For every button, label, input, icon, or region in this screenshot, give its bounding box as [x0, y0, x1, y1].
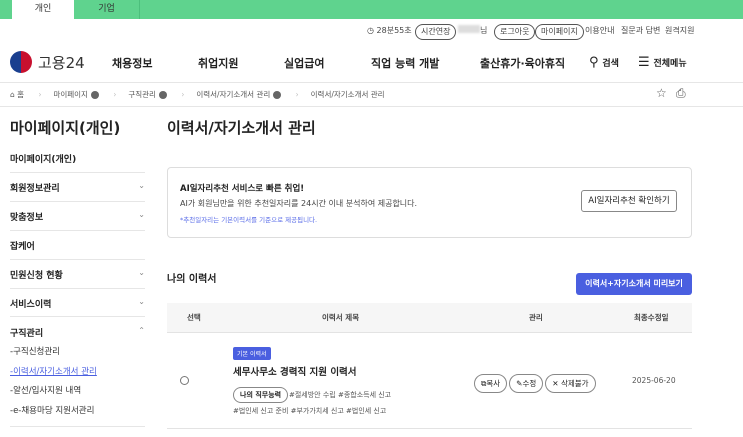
- logout-button[interactable]: 로그아웃: [494, 24, 536, 40]
- edit-button[interactable]: ✎수정: [509, 374, 544, 393]
- sidebar-sub-job-apply[interactable]: -구직신청관리: [10, 345, 60, 357]
- breadcrumb-home[interactable]: 홈: [17, 90, 24, 99]
- header-select: 선택: [187, 313, 201, 322]
- breadcrumb-current: 이력서/자기소개서 관리: [310, 90, 385, 99]
- sidebar-title: 마이페이지(개인): [10, 119, 121, 137]
- sidebar-item-civil[interactable]: 민원신청 현황 ⌄: [10, 268, 145, 281]
- gnb-employment-support[interactable]: 취업지원: [198, 55, 238, 71]
- home-icon: ⌂: [10, 90, 15, 99]
- last-modified-date: 2025-06-20: [632, 376, 676, 385]
- all-menu-label: 전체메뉴: [653, 59, 687, 69]
- dropdown-icon[interactable]: [158, 91, 167, 99]
- chevron-down-icon: ⌄: [138, 210, 145, 219]
- default-resume-badge: 기본 이력서: [233, 347, 271, 360]
- user-name-blurred: [458, 25, 480, 33]
- gnb-parental-leave[interactable]: 출산휴가·육아휴직: [480, 55, 565, 71]
- sidebar-item-job-management[interactable]: 구직관리 ⌃: [10, 326, 145, 339]
- table-row: 기본 이력서 세무사무소 경력직 지원 이력서 나의 직무능력 #절세방안 수립…: [167, 333, 692, 429]
- page-title: 이력서/자기소개서 관리: [167, 119, 316, 137]
- header-date: 최종수정일: [634, 313, 669, 322]
- breadcrumb: ⌂ 홈 › 마이페이지 › 구직관리 › 이력서/자기소개서 관리 › 이력서/자기소개…: [10, 90, 385, 99]
- ai-recommend-button[interactable]: AI일자리추천 확인하기: [581, 190, 677, 212]
- gnb-unemployment[interactable]: 실업급여: [284, 55, 324, 71]
- sidebar-item-custom[interactable]: 맞춤정보 ⌄: [10, 210, 145, 223]
- clock-icon: ◷: [367, 26, 374, 35]
- chevron-down-icon: ⌄: [138, 297, 145, 306]
- resume-title-link[interactable]: 세무사무소 경력직 지원 이력서: [233, 364, 357, 378]
- skill-tags: #법인세 신고 준비 #부가가치세 신고 #법인세 신고: [233, 407, 387, 415]
- select-radio[interactable]: [180, 376, 189, 385]
- sidebar-label: 회원정보관리: [10, 184, 60, 194]
- search-label: 검색: [602, 59, 619, 69]
- mypage-button[interactable]: 마이페이지: [535, 24, 584, 40]
- search-icon: ⚲: [589, 55, 599, 70]
- timer-text: 28분55초: [376, 26, 412, 35]
- dropdown-icon[interactable]: [273, 91, 282, 99]
- edit-label: 수정: [522, 379, 537, 388]
- header-title: 이력서 제목: [322, 313, 360, 322]
- tab-personal[interactable]: 개인: [12, 0, 74, 19]
- search-button[interactable]: ⚲ 검색: [589, 55, 619, 70]
- extend-button[interactable]: 시간연장: [415, 24, 457, 40]
- logo-emblem-icon: [10, 51, 32, 73]
- gnb-jobs[interactable]: 채용정보: [112, 55, 152, 71]
- session-timer: ◷ 28분55초: [367, 24, 412, 38]
- hamburger-icon: ☰: [638, 55, 650, 70]
- chevron-down-icon: ⌄: [138, 181, 145, 190]
- resume-section-title: 나의 이력서: [167, 274, 217, 285]
- header-manage: 관리: [529, 313, 543, 322]
- sidebar-item-mypage[interactable]: 마이페이지(개인): [10, 152, 145, 165]
- ai-box-desc: AI가 회원님만을 위한 추천일자리를 24시간 이내 분석하여 제공합니다.: [180, 199, 418, 208]
- remote-support-link[interactable]: 원격지원: [665, 24, 694, 38]
- close-icon: ✕: [552, 379, 559, 388]
- logo-text[interactable]: 고용24: [38, 52, 85, 73]
- delete-disabled-button[interactable]: ✕ 삭제불가: [545, 374, 596, 393]
- tab-business[interactable]: 기업: [74, 0, 140, 19]
- delete-label: 삭제불가: [560, 379, 589, 388]
- guide-link[interactable]: 이용안내: [585, 24, 614, 38]
- breadcrumb-job-management[interactable]: 구직관리: [128, 90, 156, 99]
- skill-tags: #절세방안 수립 #종합소득세 신고: [289, 391, 392, 399]
- favorite-star-icon[interactable]: ☆: [656, 86, 667, 100]
- sidebar-sub-resume[interactable]: -이력서/자기소개서 관리: [10, 365, 97, 377]
- sidebar-sub-referral[interactable]: -알선/입사지원 내역: [10, 384, 81, 396]
- copy-button[interactable]: ⧉복사: [474, 374, 508, 393]
- gnb-training[interactable]: 직업 능력 개발: [371, 55, 439, 71]
- breadcrumb-mypage[interactable]: 마이페이지: [53, 90, 88, 99]
- chevron-up-icon: ⌃: [138, 326, 145, 335]
- ai-box-title: AI일자리추천 서비스로 빠른 취업!: [180, 184, 305, 194]
- sidebar-item-member[interactable]: 회원정보관리 ⌄: [10, 181, 145, 194]
- qna-link[interactable]: 질문과 답변: [621, 24, 660, 38]
- table-header: 선택 이력서 제목 관리 최종수정일: [167, 303, 692, 333]
- copy-label: 복사: [486, 379, 501, 388]
- all-menu-button[interactable]: ☰ 전체메뉴: [638, 55, 687, 70]
- sidebar-item-jobcare[interactable]: 잡케어: [10, 239, 145, 252]
- breadcrumb-resume[interactable]: 이력서/자기소개서 관리: [196, 90, 270, 99]
- sidebar-label: 구직관리: [10, 329, 44, 339]
- user-suffix: 님: [480, 26, 488, 35]
- sidebar-label: 맞춤정보: [10, 213, 44, 223]
- sidebar-item-service[interactable]: 서비스이력 ⌄: [10, 297, 145, 310]
- sidebar-label: 민원신청 현황: [10, 271, 63, 281]
- chevron-down-icon: ⌄: [138, 268, 145, 277]
- dropdown-icon[interactable]: [90, 91, 99, 99]
- preview-button[interactable]: 이력서+자기소개서 미리보기: [576, 273, 692, 295]
- skill-button[interactable]: 나의 직무능력: [233, 387, 289, 403]
- ai-recommend-box: AI일자리추천 서비스로 빠른 취업! AI가 회원님만을 위한 추천일자리를 …: [167, 167, 692, 238]
- sidebar-label: 서비스이력: [10, 300, 52, 310]
- ai-box-note: *추천일자리는 기본이력서를 기준으로 제공됩니다.: [180, 216, 318, 224]
- sidebar-sub-e-recruit[interactable]: -e-채용마당 지원서관리: [10, 404, 94, 416]
- print-icon[interactable]: ⎙: [676, 86, 686, 101]
